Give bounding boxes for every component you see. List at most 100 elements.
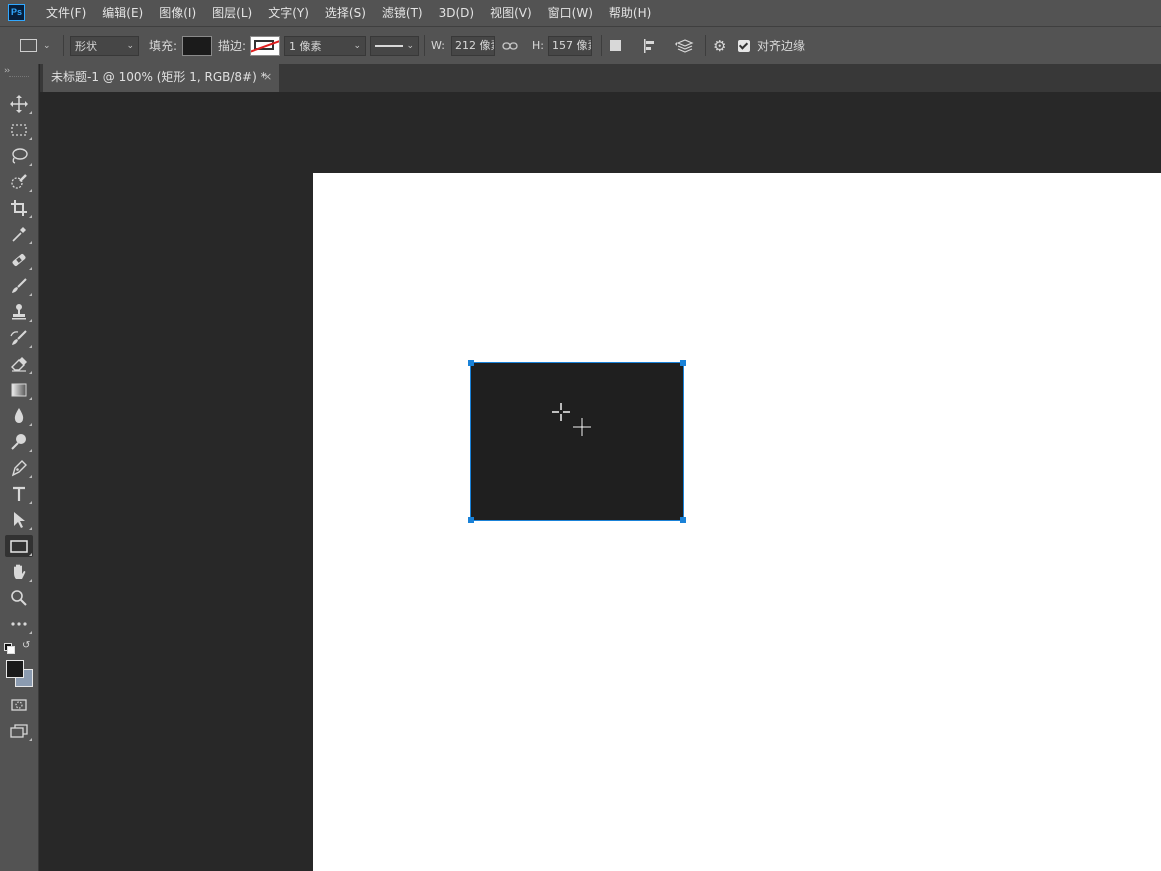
menu-image[interactable]: 图像(I) (151, 0, 204, 26)
transform-handle-top-left[interactable] (468, 360, 474, 366)
panel-grip[interactable] (9, 76, 29, 77)
brush-icon (12, 278, 27, 293)
path-arrangement-button[interactable] (674, 27, 694, 64)
dodge-tool[interactable] (5, 431, 33, 453)
stroke-width-dropdown[interactable]: 1 像素 ⌄ (284, 35, 366, 56)
divider (63, 35, 64, 56)
menu-bar: Ps 文件(F) 编辑(E) 图像(I) 图层(L) 文字(Y) 选择(S) 滤… (0, 0, 1161, 26)
height-input[interactable]: 157 像素 (548, 35, 592, 56)
screen-mode-icon (10, 724, 28, 738)
align-edges-checkbox[interactable] (738, 39, 750, 52)
arrange-layers-icon (675, 38, 694, 53)
default-colors-icon[interactable] (4, 643, 15, 654)
quick-mask-button[interactable] (5, 694, 33, 716)
height-label: H: (532, 39, 544, 52)
stroke-type-dropdown[interactable]: ⌄ (370, 35, 419, 56)
fill-swatch[interactable] (182, 35, 212, 56)
swap-colors-icon[interactable]: ↺ (22, 640, 30, 651)
blur-tool[interactable] (5, 405, 33, 427)
menu-3d[interactable]: 3D(D) (431, 0, 482, 26)
chevron-down-icon: ⌄ (353, 40, 361, 51)
brush-tool[interactable] (5, 275, 33, 297)
transform-handle-bottom-left[interactable] (468, 517, 474, 523)
crosshair-cursor-icon (573, 418, 591, 436)
dodge-icon (11, 434, 26, 450)
path-selection-tool[interactable] (5, 509, 33, 531)
collapse-panel-icon[interactable]: ›› (4, 66, 10, 76)
marquee-tool[interactable] (5, 119, 33, 141)
foreground-color-swatch[interactable] (6, 660, 24, 678)
menu-view[interactable]: 视图(V) (482, 0, 540, 26)
path-operations-button[interactable] (610, 27, 621, 64)
document-canvas[interactable] (313, 173, 1161, 871)
eraser-icon (11, 357, 27, 372)
healing-brush-tool[interactable] (5, 249, 33, 271)
rectangle-tool[interactable] (5, 535, 33, 557)
gradient-tool[interactable] (5, 379, 33, 401)
crop-icon (11, 200, 27, 216)
hand-icon (14, 564, 26, 579)
menu-file[interactable]: 文件(F) (38, 0, 94, 26)
stroke-label: 描边: (218, 39, 247, 53)
menu-type[interactable]: 文字(Y) (260, 0, 317, 26)
align-edges-label: 对齐边缘 (757, 39, 806, 53)
stroke-swatch[interactable] (250, 35, 280, 56)
transform-handle-top-right[interactable] (680, 360, 686, 366)
chevron-down-icon: ⌄ (43, 40, 51, 51)
eraser-tool[interactable] (5, 353, 33, 375)
ellipsis-icon (11, 622, 27, 626)
stamp-icon (12, 304, 26, 320)
eyedropper-tool[interactable] (5, 223, 33, 245)
eyedropper-icon (12, 227, 26, 242)
menu-window[interactable]: 窗口(W) (540, 0, 601, 26)
chevron-down-icon: ⌄ (126, 40, 134, 51)
menu-edit[interactable]: 编辑(E) (94, 0, 151, 26)
screen-mode-button[interactable] (5, 720, 33, 742)
settings-button[interactable]: ⚙ (713, 27, 726, 64)
menu-help[interactable]: 帮助(H) (601, 0, 659, 26)
rectangle-icon (10, 540, 28, 553)
document-tab[interactable]: 未标题-1 @ 100% (矩形 1, RGB/8#) * × (43, 64, 279, 92)
clone-stamp-tool[interactable] (5, 301, 33, 323)
gradient-icon (11, 383, 27, 397)
type-icon (13, 486, 25, 501)
document-tab-title: 未标题-1 @ 100% (矩形 1, RGB/8#) * (51, 70, 267, 84)
water-drop-icon (14, 408, 24, 423)
divider (705, 35, 706, 56)
magnifier-icon (11, 590, 27, 606)
menu-filter[interactable]: 滤镜(T) (374, 0, 431, 26)
more-tools[interactable] (5, 613, 33, 635)
quick-selection-tool[interactable] (5, 171, 33, 193)
width-input[interactable]: 212 像素 (451, 35, 495, 56)
lasso-tool[interactable] (5, 145, 33, 167)
path-alignment-button[interactable] (642, 27, 658, 64)
fill-label: 填充: (149, 39, 178, 53)
stroke-width-value: 1 像素 (289, 39, 322, 53)
crosshair-icon (552, 403, 570, 421)
hand-tool[interactable] (5, 561, 33, 583)
tool-preset-picker[interactable]: ⌄ (20, 27, 51, 64)
pen-tool[interactable] (5, 457, 33, 479)
move-icon (10, 95, 28, 113)
width-label: W: (431, 39, 445, 52)
lasso-icon (12, 148, 28, 164)
transform-handle-bottom-right[interactable] (680, 517, 686, 523)
menu-select[interactable]: 选择(S) (317, 0, 374, 26)
crop-tool[interactable] (5, 197, 33, 219)
menu-layer[interactable]: 图层(L) (204, 0, 260, 26)
zoom-tool[interactable] (5, 587, 33, 609)
mode-dropdown[interactable]: 形状 ⌄ (70, 35, 139, 56)
rectangle-shape[interactable] (470, 362, 684, 521)
arrow-pointer-icon (14, 512, 25, 528)
close-icon[interactable]: × (263, 64, 272, 90)
pen-icon (11, 460, 27, 477)
move-tool[interactable] (5, 93, 33, 115)
bandage-icon (12, 254, 26, 266)
tools-panel: ›› ↺ (0, 64, 39, 871)
menu-items: 文件(F) 编辑(E) 图像(I) 图层(L) 文字(Y) 选择(S) 滤镜(T… (38, 0, 659, 26)
history-brush-tool[interactable] (5, 327, 33, 349)
marquee-icon (11, 124, 27, 136)
link-dimensions-button[interactable] (502, 27, 518, 64)
divider (424, 35, 425, 56)
type-tool[interactable] (5, 483, 33, 505)
